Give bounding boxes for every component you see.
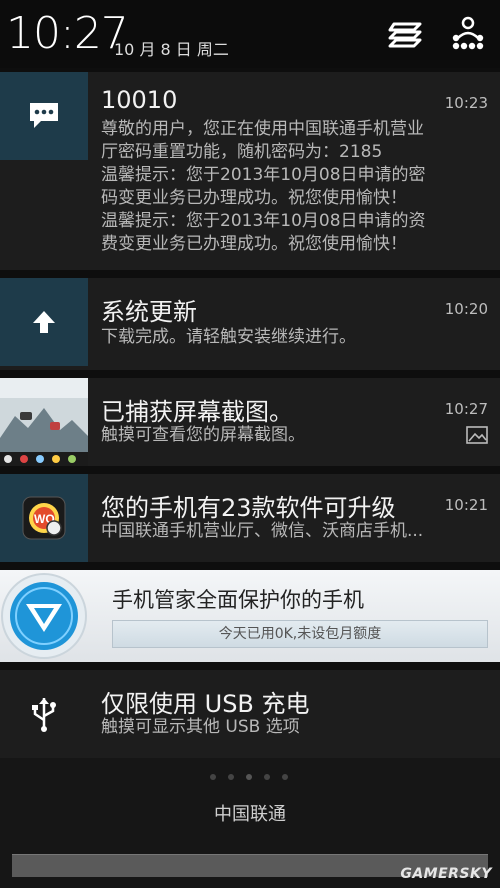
status-bar: 10:27 10 月 8 日 周二	[0, 0, 500, 68]
divider	[0, 466, 500, 474]
usb-icon	[0, 670, 88, 758]
notification-body: 下载完成。请轻触安装继续进行。	[101, 327, 356, 347]
divider	[0, 370, 500, 378]
notification-app-updates[interactable]: WO 您的手机有23款软件可升级 10:21 中国联通手机营业厅、微信、沃商店手…	[0, 474, 500, 562]
notification-usb[interactable]: 仅限使用 USB 充电 触摸可显示其他 USB 选项	[0, 670, 500, 758]
notification-title: 系统更新	[101, 298, 197, 326]
notification-title: 已捕获屏幕截图。	[101, 398, 293, 426]
carrier-label: 中国联通	[214, 804, 286, 825]
clear-all-button[interactable]	[384, 12, 428, 56]
notification-title: 您的手机有23款软件可升级	[101, 494, 396, 522]
notification-time: 10:21	[444, 496, 488, 514]
notification-security-manager[interactable]: 手机管家全面保护你的手机 今天已用0K,未设包月额度	[0, 570, 500, 662]
security-shield-icon	[1, 573, 87, 659]
quick-settings-button[interactable]	[446, 12, 490, 56]
notification-time: 10:27	[444, 400, 488, 418]
notification-screenshot[interactable]: 已捕获屏幕截图。 10:27 触摸可查看您的屏幕截图。	[0, 378, 500, 466]
screenshot-thumbnail	[0, 378, 88, 466]
usage-bar-text: 今天已用0K,未设包月额度	[218, 626, 382, 642]
divider	[0, 270, 500, 278]
date: 10 月 8 日 周二	[114, 40, 229, 59]
notification-title: 10010	[101, 86, 178, 114]
upload-arrow-icon	[0, 278, 88, 366]
notification-title: 手机管家全面保护你的手机	[112, 588, 364, 612]
sms-icon	[0, 72, 88, 160]
notification-sms[interactable]: 10010 10:23 尊敬的用户，您正在使用中国联通手机营业 厅密码重置功能，…	[0, 72, 500, 270]
notification-time: 10:23	[444, 94, 488, 112]
notification-body: 触摸可显示其他 USB 选项	[101, 717, 300, 737]
notification-system-update[interactable]: 系统更新 10:20 下载完成。请轻触安装继续进行。	[0, 278, 500, 370]
notification-body: 尊敬的用户，您正在使用中国联通手机营业 厅密码重置功能，随机密码为：2185 温…	[101, 119, 426, 254]
usage-bar: 今天已用0K,未设包月额度	[112, 620, 488, 648]
quick-settings-icon	[452, 16, 484, 50]
divider	[0, 562, 500, 570]
notification-time: 10:20	[444, 300, 488, 318]
divider	[0, 662, 500, 670]
watermark: GAMERSKY	[400, 866, 492, 882]
wo-store-icon: WO	[0, 474, 88, 562]
page-indicator	[210, 774, 288, 780]
image-icon	[466, 426, 488, 444]
notification-body: 触摸可查看您的屏幕截图。	[101, 425, 305, 445]
notification-title: 仅限使用 USB 充电	[101, 690, 310, 718]
clock: 10:27	[6, 8, 129, 59]
clear-notifications-icon	[388, 22, 422, 48]
notification-body: 中国联通手机营业厅、微信、沃商店手机...	[101, 521, 424, 541]
